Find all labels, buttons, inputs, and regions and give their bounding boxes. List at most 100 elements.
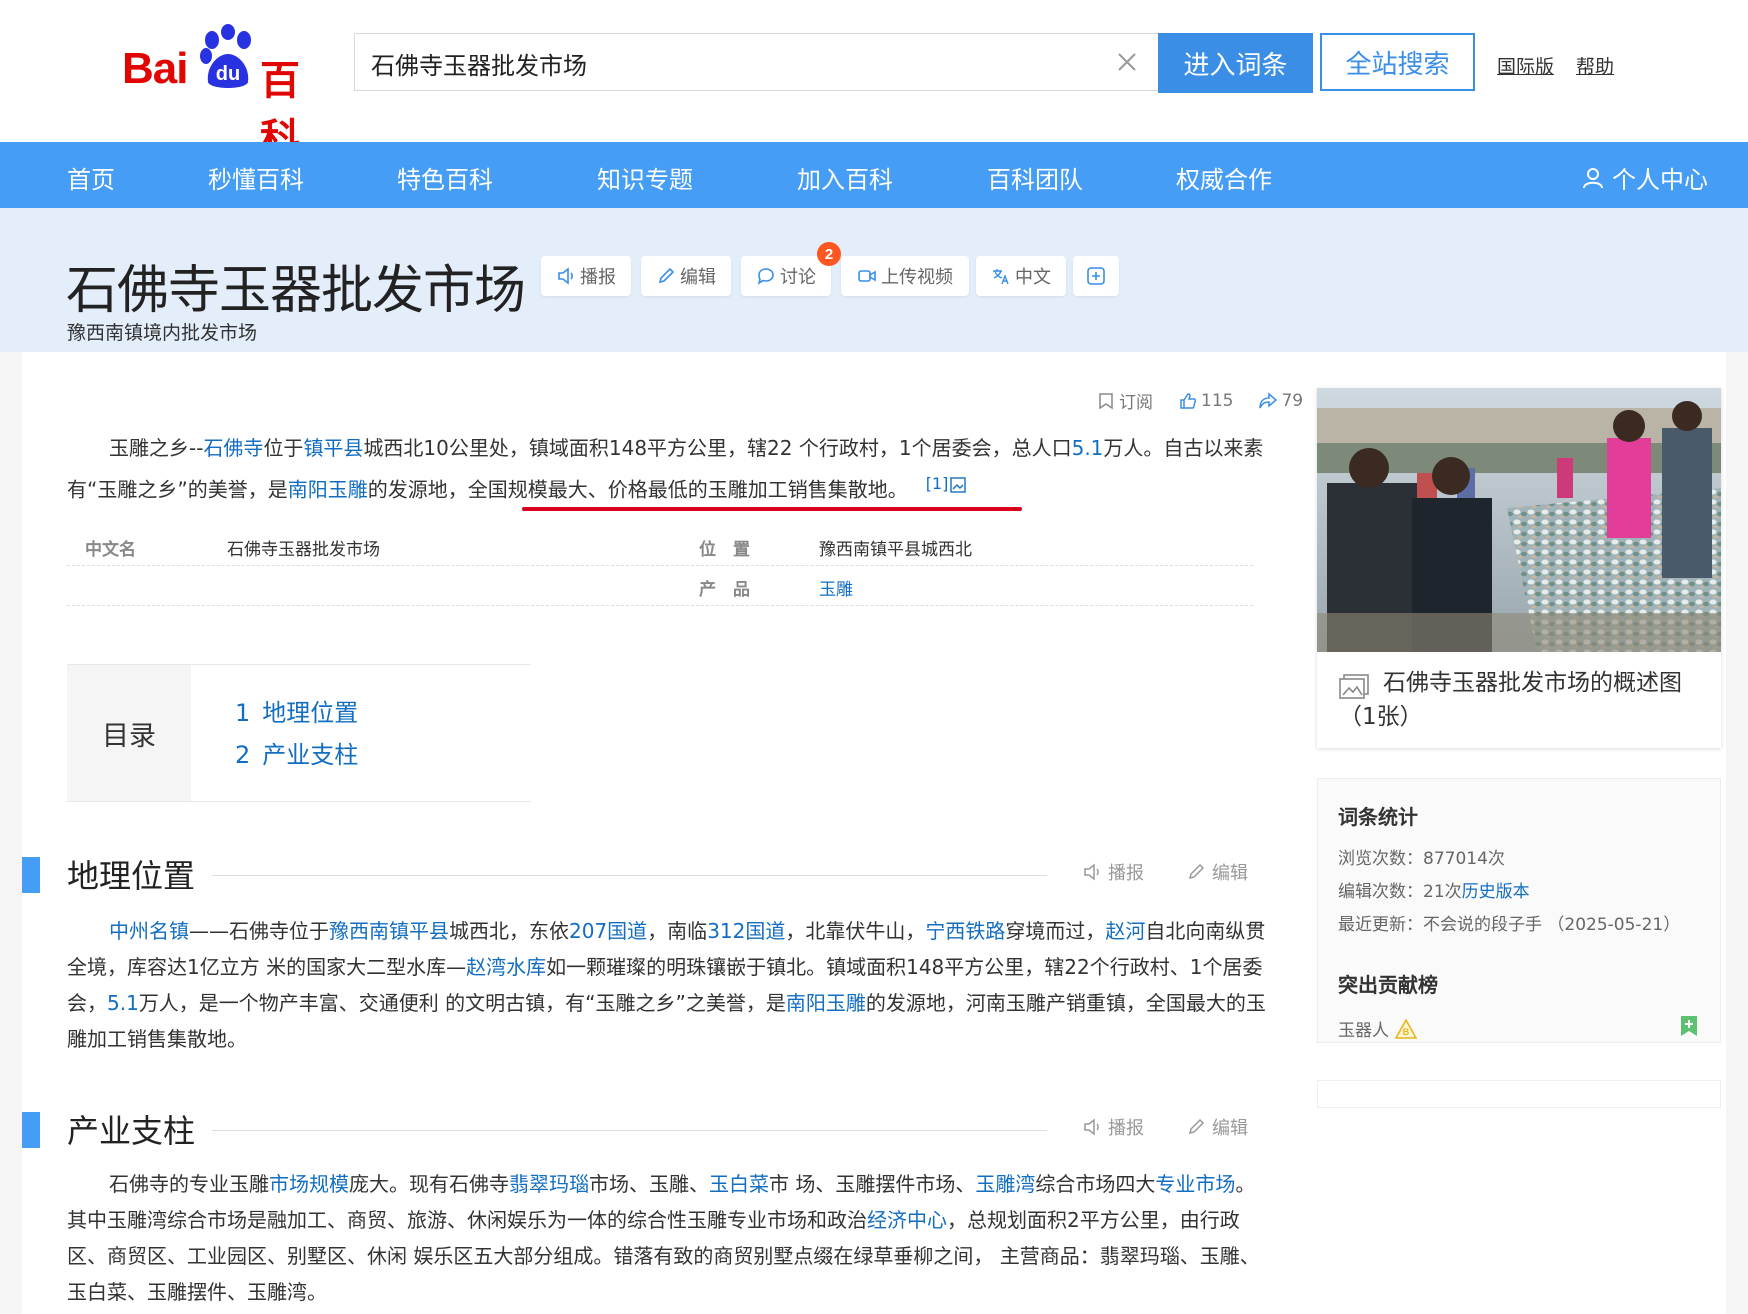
speaker-icon bbox=[558, 267, 573, 285]
like-button[interactable]: 115 bbox=[1179, 388, 1233, 413]
info-value-product[interactable]: 玉雕 bbox=[819, 575, 853, 600]
inline-link[interactable]: 赵湾水库 bbox=[466, 955, 546, 979]
paragraph-text: 穿境而过， bbox=[1005, 919, 1106, 943]
section-divider bbox=[212, 1130, 1047, 1131]
contributor-item[interactable]: 玉器人 B bbox=[1338, 1016, 1417, 1041]
nav-miaodong[interactable]: 秒懂百科 bbox=[208, 160, 304, 195]
edit-button[interactable]: 编辑 bbox=[641, 256, 731, 296]
edit-label: 编辑 bbox=[680, 267, 716, 288]
listen-label: 播报 bbox=[1108, 1118, 1144, 1139]
inline-link[interactable]: 赵河 bbox=[1105, 919, 1145, 943]
inline-link[interactable]: 南阳玉雕 bbox=[786, 991, 866, 1015]
header: Bai du 百科 进入词条 全站搜索 国际版 帮助 bbox=[0, 0, 1748, 162]
subscribe-button[interactable]: 订阅 bbox=[1097, 388, 1153, 413]
inline-link[interactable]: 经济中心 bbox=[867, 1208, 947, 1232]
pencil-icon bbox=[658, 267, 675, 284]
toc-item-geography[interactable]: 1 地理位置 bbox=[235, 693, 358, 728]
discuss-button[interactable]: 讨论 bbox=[741, 256, 831, 296]
sidebar-empty-card bbox=[1317, 1080, 1721, 1108]
clear-icon[interactable] bbox=[1114, 49, 1140, 75]
inline-link[interactable]: 312国道 bbox=[707, 919, 785, 943]
section-edit-button[interactable]: 编辑 bbox=[1186, 859, 1248, 885]
inline-link[interactable]: 207国道 bbox=[569, 919, 647, 943]
search-box bbox=[354, 33, 1159, 92]
summary-text: 的发源地，全国规模最大、价格最低的玉雕加工销售集散地。 bbox=[367, 477, 908, 502]
inline-link[interactable]: 豫西南镇平县 bbox=[329, 919, 449, 943]
paragraph-text: 石佛寺的专业玉雕 bbox=[109, 1172, 269, 1196]
history-version-link[interactable]: 历史版本 bbox=[1462, 882, 1530, 902]
nav-cooperation[interactable]: 权威合作 bbox=[1176, 160, 1272, 195]
language-button[interactable]: 中文 bbox=[976, 256, 1066, 296]
inline-link[interactable]: 市场规模 bbox=[269, 1172, 349, 1196]
market-photo[interactable] bbox=[1317, 388, 1721, 652]
language-label: 中文 bbox=[1015, 267, 1051, 288]
nav-topics[interactable]: 知识专题 bbox=[597, 160, 693, 195]
nav-join[interactable]: 加入百科 bbox=[797, 160, 893, 195]
edit-label: 编辑 bbox=[1212, 1118, 1248, 1139]
listen-label: 播报 bbox=[580, 267, 616, 288]
baidu-baike-logo[interactable]: Bai du 百科 bbox=[122, 24, 338, 162]
section-edit-button[interactable]: 编辑 bbox=[1186, 1114, 1248, 1140]
section-listen-button[interactable]: 播报 bbox=[1082, 1114, 1144, 1140]
nav-featured[interactable]: 特色百科 bbox=[397, 160, 493, 195]
section-header-geography: 地理位置 播报 编辑 bbox=[22, 851, 1252, 899]
page-title: 石佛寺玉器批发市场 bbox=[66, 261, 526, 321]
pencil-icon bbox=[1188, 1118, 1205, 1135]
site-search-button[interactable]: 全站搜索 bbox=[1320, 33, 1475, 91]
upload-video-button[interactable]: 上传视频 bbox=[841, 256, 969, 296]
speaker-icon bbox=[1084, 1118, 1099, 1136]
paragraph-text: 城西北，东依 bbox=[449, 919, 569, 943]
international-link[interactable]: 国际版 bbox=[1497, 52, 1554, 79]
info-key-name: 中文名 bbox=[85, 540, 136, 560]
nav-user-center[interactable]: 个人中心 bbox=[1582, 160, 1708, 195]
toc-item-industry[interactable]: 2 产业支柱 bbox=[235, 735, 358, 770]
link-nanyang-yudiao[interactable]: 南阳玉雕 bbox=[288, 478, 368, 502]
inline-link[interactable]: 翡翠玛瑙 bbox=[509, 1172, 589, 1196]
section-listen-button[interactable]: 播报 bbox=[1082, 859, 1144, 885]
paragraph-text: 市场、玉雕、 bbox=[589, 1172, 709, 1196]
reference-link[interactable]: [1] bbox=[926, 474, 967, 493]
main-nav: 首页 秒懂百科 特色百科 知识专题 加入百科 百科团队 权威合作 个人中心 bbox=[0, 142, 1748, 208]
discuss-label: 讨论 bbox=[780, 267, 816, 288]
stats-updated: 最近更新：不会说的段子手 （2025-05-21） bbox=[1338, 910, 1680, 935]
geography-paragraph: 中州名镇——石佛寺位于豫西南镇平县城西北，东依207国道，南临312国道，北靠伏… bbox=[67, 913, 1275, 1057]
nav-team[interactable]: 百科团队 bbox=[987, 160, 1083, 195]
stats-title: 词条统计 bbox=[1338, 805, 1418, 829]
enter-entry-button[interactable]: 进入词条 bbox=[1158, 33, 1313, 93]
share-count: 79 bbox=[1281, 390, 1304, 411]
video-icon bbox=[858, 270, 876, 282]
pencil-icon bbox=[1188, 863, 1205, 880]
inline-link[interactable]: 玉白菜 bbox=[709, 1172, 769, 1196]
help-link[interactable]: 帮助 bbox=[1576, 52, 1614, 79]
section-header-industry: 产业支柱 播报 编辑 bbox=[22, 1106, 1252, 1154]
discuss-count-badge: 2 bbox=[817, 242, 841, 266]
link-shifosi[interactable]: 石佛寺 bbox=[203, 436, 263, 460]
inline-link[interactable]: 5.1 bbox=[107, 991, 139, 1015]
share-button[interactable]: 79 bbox=[1259, 388, 1303, 413]
info-value-name: 石佛寺玉器批发市场 bbox=[227, 540, 380, 560]
edits-label: 编辑次数： bbox=[1338, 882, 1423, 902]
search-input[interactable] bbox=[369, 34, 1073, 92]
contribution-bookmark-icon[interactable] bbox=[1680, 1015, 1698, 1037]
summary-text: 位于 bbox=[263, 436, 304, 460]
summary-image-card[interactable]: 石佛寺玉器批发市场的概述图（1张） bbox=[1317, 388, 1721, 748]
section-title: 地理位置 bbox=[67, 857, 196, 895]
add-button[interactable] bbox=[1073, 256, 1119, 296]
speaker-icon bbox=[1084, 863, 1099, 881]
listen-button[interactable]: 播报 bbox=[541, 256, 631, 296]
share-icon bbox=[1259, 391, 1278, 408]
inline-link[interactable]: 专业市场 bbox=[1155, 1172, 1235, 1196]
photo-caption[interactable]: 石佛寺玉器批发市场的概述图（1张） bbox=[1339, 666, 1709, 734]
inline-link[interactable]: 玉雕湾 bbox=[975, 1172, 1035, 1196]
thumbs-up-icon bbox=[1180, 392, 1197, 409]
section-title: 产业支柱 bbox=[67, 1112, 196, 1150]
inline-link[interactable]: 宁西铁路 bbox=[925, 919, 1005, 943]
nav-home[interactable]: 首页 bbox=[67, 160, 115, 195]
summary-text: 玉雕之乡-- bbox=[109, 436, 204, 460]
inline-link[interactable]: 中州名镇 bbox=[109, 919, 189, 943]
link-population[interactable]: 5.1 bbox=[1072, 436, 1104, 460]
stats-edits: 编辑次数：21次历史版本 bbox=[1338, 877, 1530, 902]
bookmark-icon bbox=[1099, 392, 1113, 409]
market-photo-image bbox=[1317, 388, 1721, 652]
link-zhenping[interactable]: 镇平县 bbox=[303, 436, 363, 460]
